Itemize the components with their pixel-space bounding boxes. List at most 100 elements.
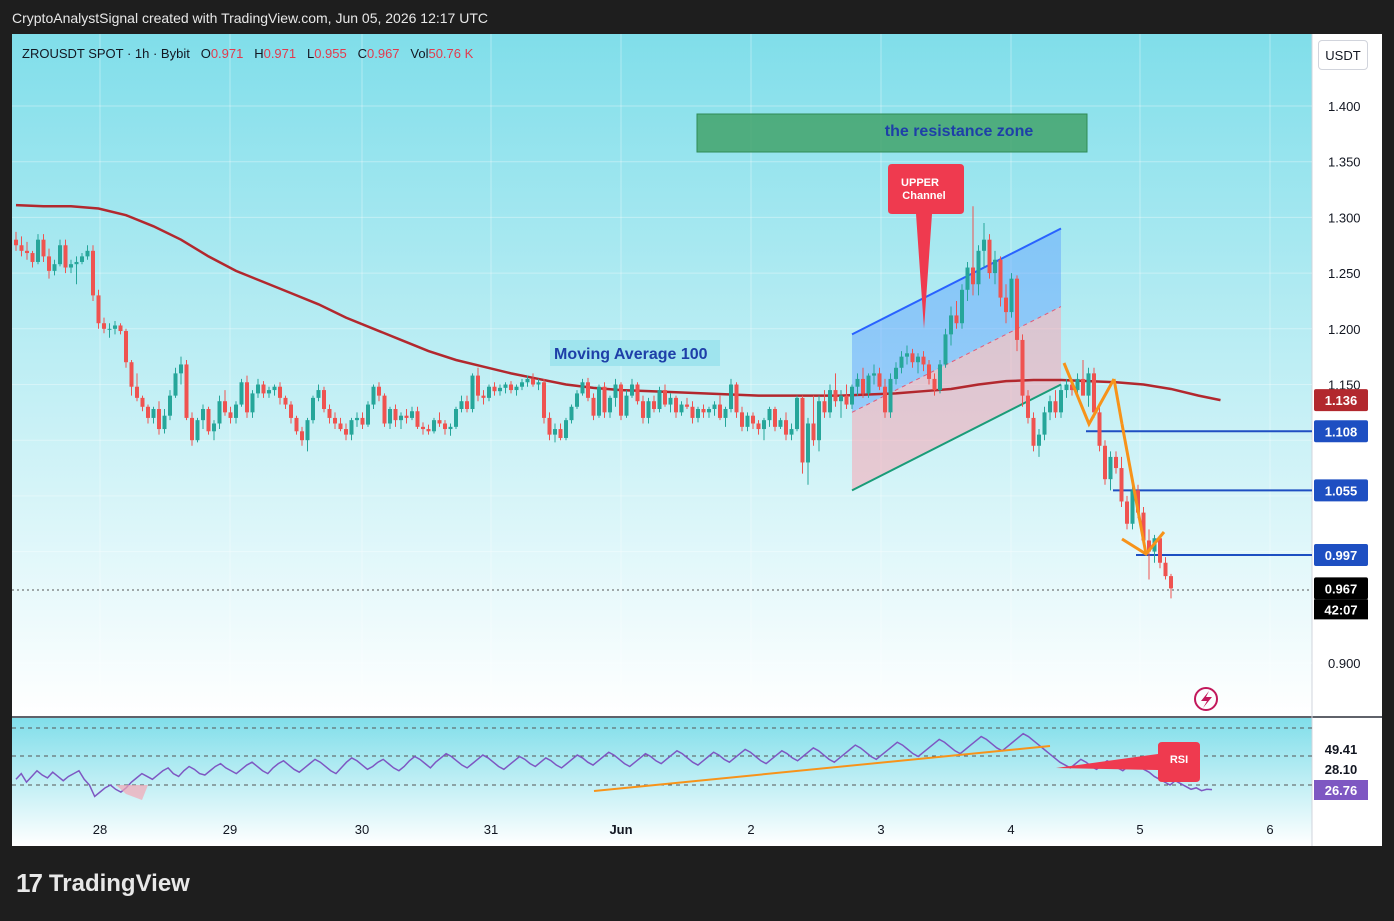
candle-body: [740, 412, 744, 427]
close-value: 0.967: [367, 46, 400, 61]
candle-body: [289, 404, 293, 418]
price-label-text: 0.967: [1325, 581, 1358, 596]
candle-body: [685, 404, 689, 407]
candle-body: [366, 404, 370, 425]
time-tick-label: 5: [1136, 822, 1143, 837]
candle-body: [305, 420, 310, 441]
countdown-text: 42:07: [1324, 602, 1357, 617]
candle-body: [866, 375, 871, 394]
candle-body: [410, 411, 414, 418]
candle-body: [201, 409, 205, 421]
candle-body: [492, 386, 497, 392]
candle-body: [762, 420, 766, 430]
candle-body: [520, 382, 524, 387]
time-tick-label: 29: [223, 822, 237, 837]
candle-body: [135, 386, 139, 398]
candle-body: [1103, 445, 1107, 480]
candle-body: [250, 393, 255, 413]
candle-body: [195, 420, 200, 441]
candle-body: [30, 253, 35, 262]
candle-body: [646, 401, 651, 418]
open-label: O: [200, 46, 211, 61]
candle-body: [624, 395, 629, 416]
candle-body: [976, 250, 981, 285]
resistance-zone-label: the resistance zone: [885, 123, 1034, 140]
candle-body: [1026, 395, 1030, 418]
candle-body: [712, 404, 717, 410]
candle-body: [602, 386, 607, 413]
candle-body: [437, 420, 442, 424]
candle-body: [1059, 390, 1063, 413]
symbol-legend[interactable]: ZROUSDT SPOT · 1h · Bybit O0.971 H0.971 …: [22, 46, 473, 61]
rsi-axis-labels: 49.41 28.10 26.76: [1314, 739, 1368, 800]
price-tick-label: 1.250: [1328, 266, 1361, 281]
time-tick-label: 6: [1266, 822, 1273, 837]
candle-body: [872, 373, 876, 376]
candle-body: [41, 239, 46, 257]
candle-body: [272, 386, 277, 391]
upper-channel-label-2: Channel: [902, 190, 945, 202]
candle-body: [1125, 501, 1129, 524]
candle-body: [591, 397, 596, 416]
price-tick-label: 1.300: [1328, 210, 1361, 225]
candle-body: [448, 426, 453, 430]
candle-body: [888, 378, 893, 413]
candle-body: [575, 393, 579, 407]
tradingview-brand[interactable]: 17 TradingView: [16, 868, 190, 899]
candle-body: [107, 328, 112, 330]
candle-body: [982, 239, 986, 251]
candle-body: [828, 390, 832, 413]
candle-body: [399, 415, 403, 421]
candle-body: [690, 406, 695, 418]
chart-frame[interactable]: the resistance zone Moving Average 100 U…: [12, 34, 1382, 846]
candle-body: [454, 409, 458, 427]
candle-body: [151, 409, 156, 418]
candle-body: [1004, 297, 1008, 313]
candle-body: [536, 382, 541, 385]
candle-body: [619, 384, 623, 416]
candle-body: [932, 378, 937, 391]
chart-canvas[interactable]: the resistance zone Moving Average 100 U…: [12, 34, 1382, 846]
time-tick-label: 30: [355, 822, 369, 837]
candle-body: [998, 259, 1003, 298]
candle-body: [69, 264, 73, 268]
candle-body: [1108, 456, 1113, 480]
candle-body: [877, 373, 882, 387]
candle-body: [894, 367, 898, 379]
candle-body: [355, 417, 359, 421]
close-label: C: [357, 46, 367, 61]
candle-body: [294, 417, 299, 432]
rsi-label-text: 28.10: [1325, 762, 1358, 777]
candle-body: [184, 364, 189, 418]
candle-body: [1064, 384, 1069, 391]
candle-body: [954, 315, 959, 324]
candle-body: [459, 401, 464, 410]
candle-body: [443, 423, 447, 430]
candle-body: [833, 390, 838, 402]
currency-button[interactable]: USDT: [1318, 40, 1368, 70]
candle-body: [778, 420, 783, 427]
candle-body: [569, 406, 574, 421]
candle-body: [1086, 373, 1091, 396]
candle-body: [927, 364, 931, 379]
candle-body: [228, 412, 233, 418]
candle-body: [514, 386, 519, 391]
candle-body: [509, 384, 513, 391]
candle-body: [784, 420, 788, 435]
candle-body: [839, 395, 843, 402]
candle-body: [470, 375, 475, 410]
candle-body: [19, 245, 24, 251]
candle-body: [795, 397, 799, 430]
candle-body: [756, 423, 761, 430]
candle-body: [503, 384, 508, 388]
candle-body: [635, 384, 640, 402]
candle-body: [1009, 278, 1014, 313]
candle-body: [157, 409, 161, 430]
candle-body: [124, 331, 128, 363]
upper-channel-label-1: UPPER: [901, 177, 939, 189]
candle-body: [767, 409, 772, 421]
candle-body: [800, 397, 805, 463]
candle-body: [47, 256, 51, 271]
candle-body: [1037, 434, 1041, 446]
candle-body: [987, 239, 992, 274]
